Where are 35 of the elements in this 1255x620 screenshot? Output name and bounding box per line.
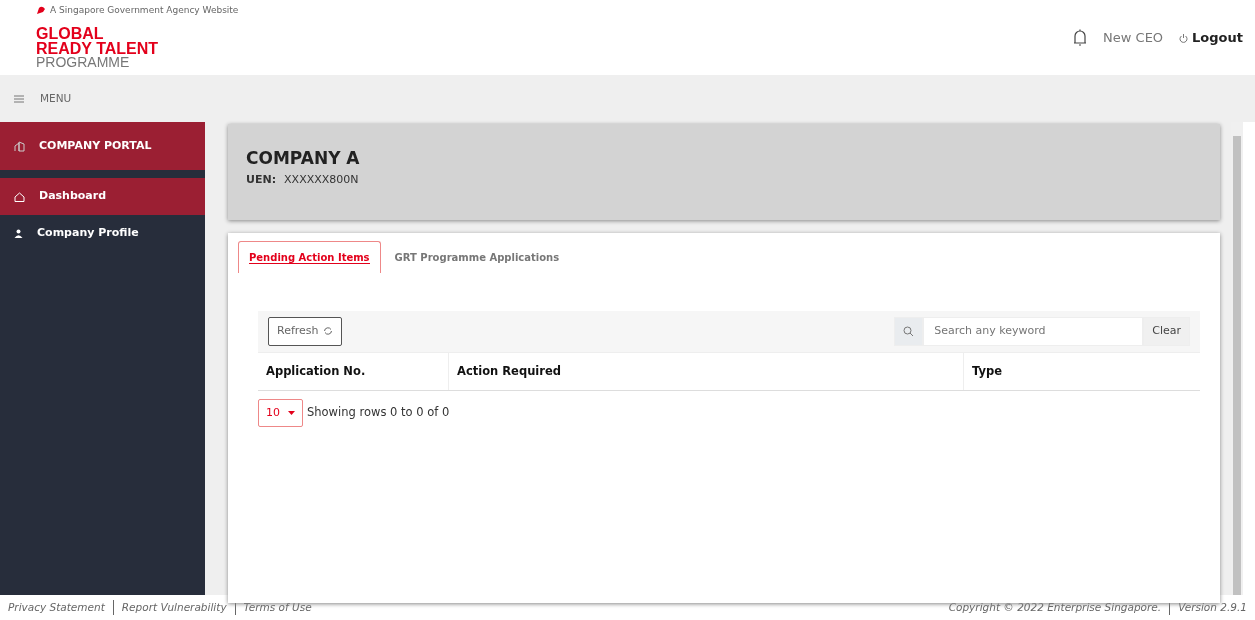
menu-label[interactable]: MENU [40,90,72,107]
logout-link[interactable]: Logout [1179,28,1243,48]
caret-icon [288,411,295,415]
column-header: Action Required [448,352,963,390]
refresh-icon [322,326,333,337]
clear-button[interactable]: Clear [1143,317,1190,346]
refresh-button[interactable]: Refresh [268,317,342,346]
sidebar-header[interactable]: COMPANY PORTAL [0,122,205,170]
person-icon [14,229,23,238]
agency-label: A Singapore Government Agency Website [50,4,239,17]
sidebar-item[interactable]: Dashboard [0,178,205,215]
home-icon [14,191,25,202]
search-field[interactable]: Search any keyword [923,317,1144,346]
footer-link[interactable]: Terms of Use [234,599,312,616]
footer-link[interactable]: Privacy Statement [8,599,105,616]
tab[interactable]: GRT Programme Applications [384,241,570,273]
power-icon [1179,32,1189,43]
bell-icon[interactable] [1073,28,1088,47]
column-header: Type [963,352,1200,390]
column-header: Application No. [265,362,367,380]
pagination-info: Showing rows 0 to 0 of 0 [307,404,450,422]
copyright-text: Copyright © 2022 Enterprise Singapore. [948,599,1162,615]
company-name: COMPANY A [246,147,361,170]
footer-link[interactable]: Report Vulnerability [112,599,227,616]
sidebar-item[interactable]: Company Profile [0,215,205,252]
user-name[interactable]: New CEO [1103,28,1164,48]
building-icon [14,140,25,152]
uen-label: UEN: [246,171,277,188]
uen-value: XXXXXX800N [284,171,359,188]
programme-logo[interactable]: GLOBAL READY TALENT PROGRAMME [36,25,239,70]
tab[interactable]: Pending Action Items [238,241,381,273]
version-text: Version 2.9.1 [1169,599,1247,616]
page-size-dropdown[interactable]: 10 [258,398,303,428]
search-icon [903,325,915,337]
menu-icon[interactable] [14,94,24,103]
